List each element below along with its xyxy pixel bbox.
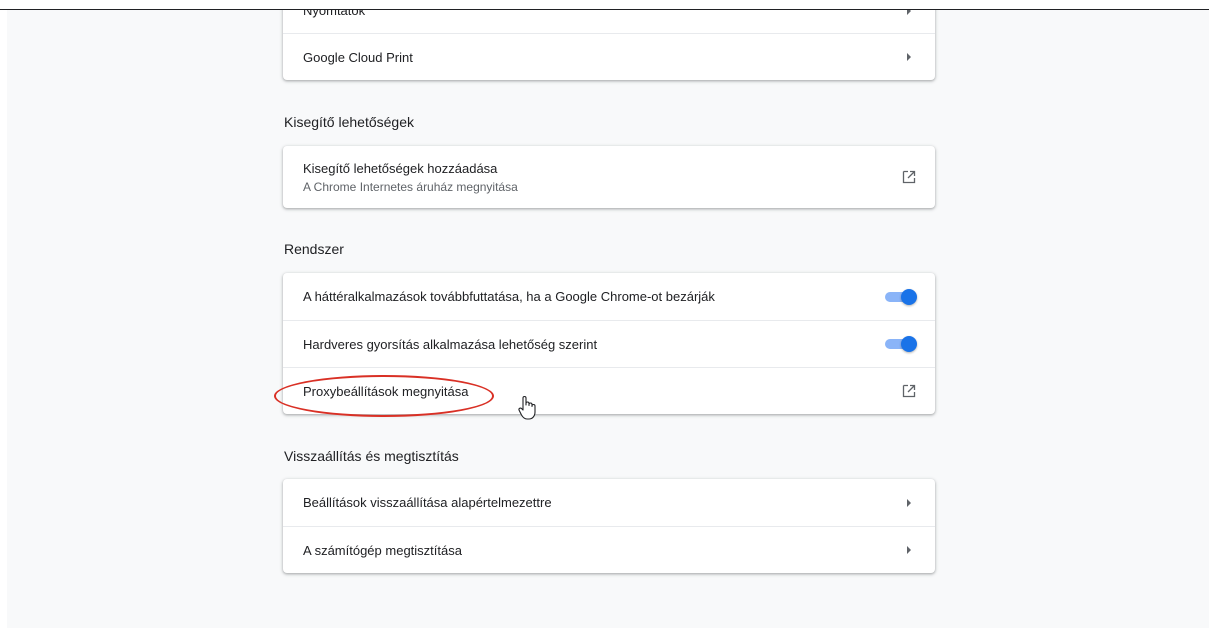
add-accessibility-features-row[interactable]: Kisegítő lehetőségek hozzáadása A Chrome… — [283, 146, 935, 208]
open-in-new-icon[interactable] — [901, 383, 917, 399]
printers-row[interactable]: Nyomtatók — [283, 10, 935, 33]
system-section-title: Rendszer — [284, 241, 344, 257]
chevron-right-icon — [907, 10, 911, 15]
background-apps-toggle[interactable] — [883, 288, 917, 305]
accessibility-card: Kisegítő lehetőségek hozzáadása A Chrome… — [283, 146, 935, 208]
open-in-new-icon[interactable] — [901, 169, 917, 185]
google-cloud-print-label: Google Cloud Print — [303, 49, 413, 65]
reset-card: Beállítások visszaállítása alapértelmeze… — [283, 479, 935, 573]
clean-up-computer-row[interactable]: A számítógép megtisztítása — [283, 526, 935, 573]
google-cloud-print-row[interactable]: Google Cloud Print — [283, 33, 935, 80]
hardware-acceleration-row[interactable]: Hardveres gyorsítás alkalmazása lehetősé… — [283, 320, 935, 367]
highlight-ellipse — [274, 375, 494, 417]
hand-cursor-icon — [518, 396, 536, 420]
background-apps-row[interactable]: A háttéralkalmazások továbbfuttatása, ha… — [283, 273, 935, 320]
accessibility-section-title: Kisegítő lehetőségek — [284, 114, 414, 130]
settings-page: Nyomtatók Google Cloud Print Kisegítő le… — [7, 10, 1209, 628]
hardware-acceleration-label: Hardveres gyorsítás alkalmazása lehetősé… — [303, 336, 598, 352]
reset-settings-label: Beállítások visszaállítása alapértelmeze… — [303, 495, 552, 510]
background-apps-label: A háttéralkalmazások továbbfuttatása, ha… — [303, 289, 715, 304]
printing-card: Nyomtatók Google Cloud Print — [283, 10, 935, 80]
hardware-acceleration-toggle[interactable] — [883, 336, 917, 352]
chevron-right-icon — [907, 53, 911, 61]
toggle-knob — [901, 336, 917, 352]
printers-label: Nyomtatók — [303, 10, 366, 18]
reset-section-title: Visszaállítás és megtisztítás — [284, 448, 459, 464]
clean-up-computer-label: A számítógép megtisztítása — [303, 542, 462, 558]
add-accessibility-sublabel: A Chrome Internetes áruház megnyitása — [303, 179, 518, 194]
chevron-right-icon — [907, 498, 911, 507]
chevron-right-icon — [907, 546, 911, 554]
toggle-knob — [901, 288, 917, 305]
add-accessibility-label: Kisegítő lehetőségek hozzáadása — [303, 160, 498, 176]
reset-settings-row[interactable]: Beállítások visszaállítása alapértelmeze… — [283, 479, 935, 526]
